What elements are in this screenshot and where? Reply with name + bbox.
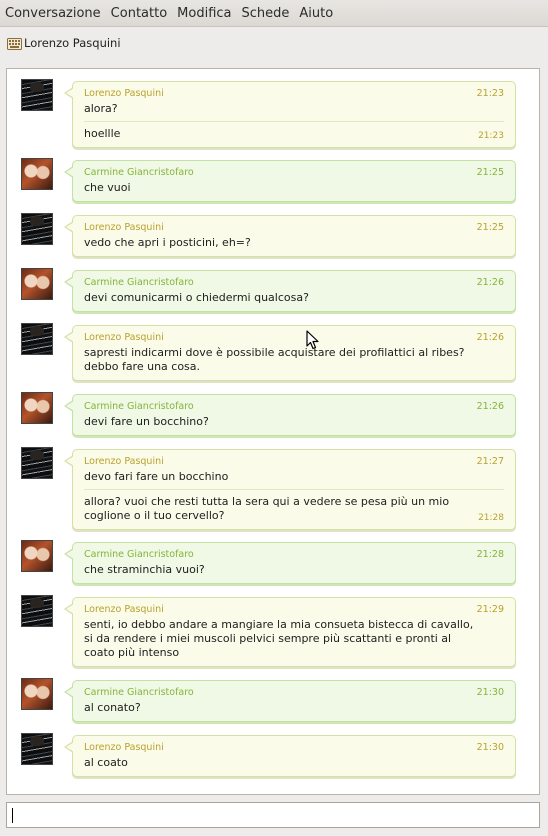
message-text: devi comunicarmi o chiedermi qualcosa? [84,291,309,304]
message-text: al coato [84,756,128,769]
message-bubble: Carmine Giancristofaro 21:28 che stramin… [64,542,516,584]
message-header: Carmine Giancristofaro 21:25 [84,167,504,181]
message-text: al conato? [84,701,141,714]
chat-history[interactable]: Lorenzo Pasquini 21:23 alora? hoellle 21… [6,68,540,795]
tab-contact-name[interactable]: Lorenzo Pasquini [24,36,121,50]
avatar [21,447,53,479]
message-time: 21:23 [478,131,504,141]
message-time: 21:26 [476,332,504,343]
menu-conversazione[interactable]: Conversazione [5,6,101,21]
message-bubble: Lorenzo Pasquini 21:23 alora? hoellle 21… [64,81,516,148]
sender-name: Carmine Giancristofaro [84,167,194,178]
message-bubble: Carmine Giancristofaro 21:26 devi comuni… [64,270,516,312]
conversation-tab-bar: Lorenzo Pasquini [0,27,548,59]
message-time: 21:30 [476,742,504,753]
menu-modifica[interactable]: Modifica [177,6,231,21]
avatar [21,392,53,424]
message-bubble: Lorenzo Pasquini 21:30 al coato [64,735,516,777]
message-text: allora? vuoi che resti tutta la sera qui… [84,495,450,522]
avatar [21,79,53,111]
message-time: 21:28 [476,549,504,560]
menu-bar: Conversazione Contatto Modifica Schede A… [0,0,548,27]
message-time: 21:28 [478,513,504,523]
sender-name: Carmine Giancristofaro [84,277,194,288]
message-time: 21:27 [476,456,504,467]
avatar [21,733,53,765]
sender-name: Lorenzo Pasquini [84,742,164,753]
avatar [21,323,53,355]
message-text: alora? [84,102,118,115]
message-continuation: hoellle 21:23 [84,121,504,141]
message-time: 21:26 [476,401,504,412]
message-bubble: Lorenzo Pasquini 21:26 sapresti indicarm… [64,325,516,381]
sender-name: Lorenzo Pasquini [84,88,164,99]
avatar [21,158,53,190]
message-header: Carmine Giancristofaro 21:28 [84,549,504,563]
message-text: senti, io debbo andare a mangiare la mia… [84,618,474,659]
sender-name: Carmine Giancristofaro [84,549,194,560]
text-caret [12,808,13,823]
message-bubble: Carmine Giancristofaro 21:25 che vuoi [64,160,516,202]
message-text: vedo che apri i posticini, eh=? [84,236,251,249]
message-bubble: Carmine Giancristofaro 21:30 al conato? [64,680,516,722]
message-header: Lorenzo Pasquini 21:25 [84,222,504,236]
avatar [21,540,53,572]
message-text: sapresti indicarmi dove è possibile acqu… [84,346,465,373]
message-text: che straminchia vuoi? [84,563,205,576]
avatar [21,678,53,710]
message-header: Lorenzo Pasquini 21:23 [84,88,504,102]
mouse-pointer-icon [306,330,319,350]
menu-aiuto[interactable]: Aiuto [299,6,333,21]
message-text: che vuoi [84,181,131,194]
avatar [21,213,53,245]
message-bubble: Lorenzo Pasquini 21:29 senti, io debbo a… [64,597,516,667]
message-text: devo fari fare un bocchino [84,470,229,483]
message-input[interactable] [6,802,540,828]
message-text: devi fare un bocchino? [84,415,209,428]
menu-contatto[interactable]: Contatto [111,6,167,21]
message-time: 21:25 [476,222,504,233]
message-header: Lorenzo Pasquini 21:30 [84,742,504,756]
message-time: 21:23 [476,88,504,99]
sender-name: Lorenzo Pasquini [84,604,164,615]
message-bubble: Carmine Giancristofaro 21:26 devi fare u… [64,394,516,436]
message-bubble: Lorenzo Pasquini 21:25 vedo che apri i p… [64,215,516,257]
sender-name: Lorenzo Pasquini [84,332,164,343]
message-time: 21:29 [476,604,504,615]
message-time: 21:30 [476,687,504,698]
message-time: 21:26 [476,277,504,288]
menu-schede[interactable]: Schede [242,6,290,21]
message-header: Lorenzo Pasquini 21:27 [84,456,504,470]
sender-name: Carmine Giancristofaro [84,401,194,412]
message-header: Lorenzo Pasquini 21:26 [84,332,504,346]
message-header: Carmine Giancristofaro 21:26 [84,401,504,415]
message-text: hoellle [84,127,121,140]
message-header: Carmine Giancristofaro 21:26 [84,277,504,291]
message-time: 21:25 [476,167,504,178]
message-header: Lorenzo Pasquini 21:29 [84,604,504,618]
sender-name: Lorenzo Pasquini [84,222,164,233]
avatar [21,595,53,627]
avatar [21,268,53,300]
message-bubble: Lorenzo Pasquini 21:27 devo fari fare un… [64,449,516,530]
sender-name: Lorenzo Pasquini [84,456,164,467]
message-continuation: allora? vuoi che resti tutta la sera qui… [84,489,504,523]
keyboard-icon [7,38,22,50]
sender-name: Carmine Giancristofaro [84,687,194,698]
message-header: Carmine Giancristofaro 21:30 [84,687,504,701]
